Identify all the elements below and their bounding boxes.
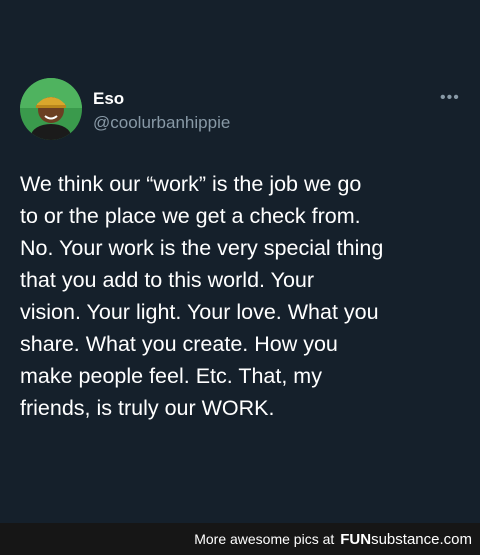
more-options-icon[interactable]: •••: [440, 90, 460, 106]
footer-tagline: More awesome pics at: [194, 531, 335, 547]
brand-fun: FUN: [340, 530, 372, 548]
tweet-text: We think our “work” is the job we go to …: [20, 172, 384, 420]
brand-tld: .com: [439, 530, 472, 548]
user-handle[interactable]: @coolurbanhippie: [93, 113, 230, 133]
avatar-image: [20, 78, 82, 140]
tweet-card: Eso @coolurbanhippie ••• We think our “w…: [0, 0, 480, 523]
watermark-footer: More awesome pics at FUN substance .com: [0, 523, 480, 555]
brand-substance: substance: [371, 530, 440, 548]
avatar[interactable]: [20, 78, 82, 140]
display-name[interactable]: Eso: [93, 89, 124, 109]
